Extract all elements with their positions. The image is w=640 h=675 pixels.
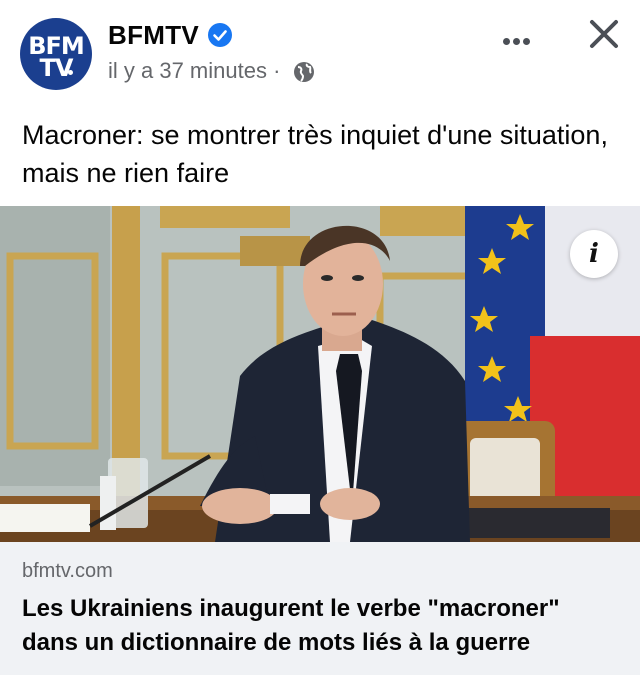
link-preview-card[interactable]: bfmtv.com Les Ukrainiens inaugurent le v… xyxy=(0,542,640,675)
photo-illustration xyxy=(0,206,640,542)
post-header: BFM TV BFMTV il y a 37 minutes · xyxy=(0,0,640,104)
page-name-link[interactable]: BFMTV xyxy=(108,20,199,51)
page-avatar[interactable]: BFM TV xyxy=(20,18,92,90)
link-headline[interactable]: Les Ukrainiens inaugurent le verbe "macr… xyxy=(22,592,622,660)
avatar-logo-line2: TV xyxy=(39,54,74,82)
post-timestamp[interactable]: il y a 37 minutes xyxy=(108,58,267,83)
verified-badge-icon xyxy=(208,23,232,47)
post-text: Macroner: se montrer très inquiet d'une … xyxy=(22,120,608,188)
more-options-icon[interactable] xyxy=(503,32,535,45)
info-icon[interactable]: i xyxy=(570,230,618,278)
post-meta: il y a 37 minutes · xyxy=(108,58,280,84)
globe-icon[interactable] xyxy=(293,61,315,83)
avatar-logo-dot xyxy=(68,70,73,75)
meta-separator: · xyxy=(273,58,281,83)
close-icon[interactable] xyxy=(586,16,622,52)
link-domain: bfmtv.com xyxy=(22,560,113,582)
post-photo[interactable] xyxy=(0,206,640,542)
